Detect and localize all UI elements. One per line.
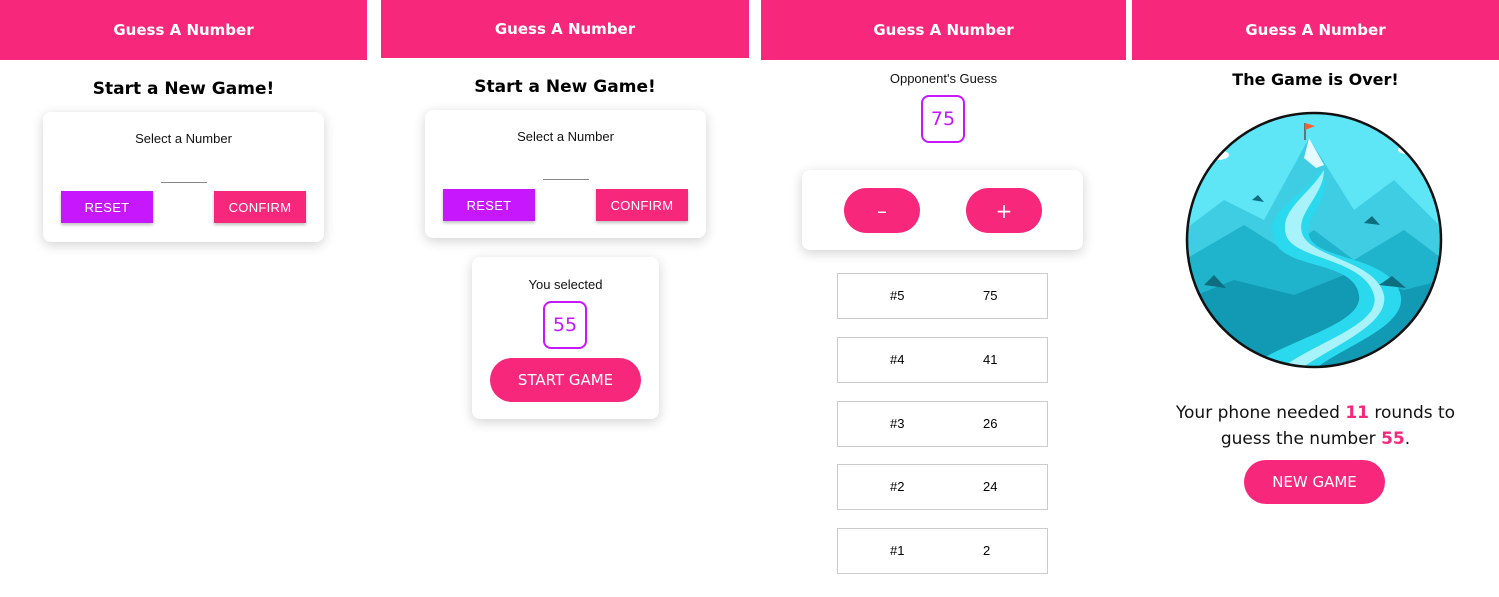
new-game-button[interactable]: NEW GAME — [1244, 460, 1385, 504]
round-guess: 75 — [983, 288, 998, 303]
round-number: #4 — [890, 352, 905, 367]
guess-controls-card: – + — [802, 170, 1083, 250]
app-header: Guess A Number — [761, 0, 1126, 60]
round-number: #2 — [890, 479, 905, 494]
reset-button[interactable]: RESET — [61, 191, 153, 223]
list-item: #4 41 — [837, 337, 1048, 383]
app-title: Guess A Number — [494, 20, 636, 38]
mountain-river-illustration-icon — [1185, 111, 1443, 369]
number-input[interactable] — [161, 182, 207, 183]
number-input[interactable] — [543, 179, 589, 180]
reset-button[interactable]: RESET — [443, 189, 535, 221]
opponent-guess-label: Opponent's Guess — [889, 71, 998, 86]
selected-number: 55 — [543, 301, 587, 349]
higher-button[interactable]: + — [966, 188, 1042, 233]
round-guess: 24 — [983, 479, 998, 494]
app-header: Guess A Number — [381, 0, 749, 58]
game-screen: Guess A Number Opponent's Guess 75 – + #… — [761, 0, 1126, 597]
app-title: Guess A Number — [873, 21, 1014, 39]
select-number-label: Select a Number — [517, 129, 614, 144]
list-item: #1 2 — [837, 528, 1048, 574]
game-over-screen: Guess A Number The Game is Over! Your ph… — [1132, 0, 1499, 597]
list-item: #2 24 — [837, 464, 1048, 510]
list-item: #3 26 — [837, 401, 1048, 447]
select-number-label: Select a Number — [135, 131, 232, 146]
confirm-button[interactable]: CONFIRM — [214, 191, 306, 223]
list-item: #5 75 — [837, 273, 1048, 319]
page-title: Start a New Game! — [474, 77, 656, 97]
opponent-guess: 75 — [921, 95, 965, 143]
game-over-title: The Game is Over! — [1232, 70, 1399, 89]
app-title: Guess A Number — [1245, 21, 1386, 39]
round-guess: 26 — [983, 416, 998, 431]
round-number: #3 — [890, 416, 905, 431]
confirm-button[interactable]: CONFIRM — [596, 189, 688, 221]
selected-number-card: You selected 55 START GAME — [472, 257, 659, 419]
start-game-button[interactable]: START GAME — [490, 358, 641, 402]
select-number-card: Select a Number RESET CONFIRM — [43, 112, 324, 242]
app-title: Guess A Number — [113, 21, 254, 39]
result-text: Your phone needed 11 rounds to guess the… — [1132, 400, 1499, 452]
app-header: Guess A Number — [0, 0, 367, 60]
page-title: Start a New Game! — [92, 79, 275, 99]
result-line-2: guess the number 55. — [1220, 429, 1411, 449]
round-number: #5 — [890, 288, 905, 303]
app-header: Guess A Number — [1132, 0, 1499, 60]
you-selected-label: You selected — [528, 277, 603, 292]
round-guess: 41 — [983, 352, 998, 367]
rounds-count: 11 — [1345, 403, 1369, 423]
guessed-number: 55 — [1381, 429, 1405, 449]
start-screen-empty: Guess A Number Start a New Game! Select … — [0, 0, 367, 597]
round-guess: 2 — [983, 543, 991, 558]
select-number-card: Select a Number RESET CONFIRM — [425, 110, 706, 238]
result-line-1: Your phone needed 11 rounds to — [1175, 403, 1456, 423]
round-number: #1 — [890, 543, 905, 558]
start-screen-selected: Guess A Number Start a New Game! Select … — [381, 0, 749, 597]
lower-button[interactable]: – — [844, 188, 920, 233]
